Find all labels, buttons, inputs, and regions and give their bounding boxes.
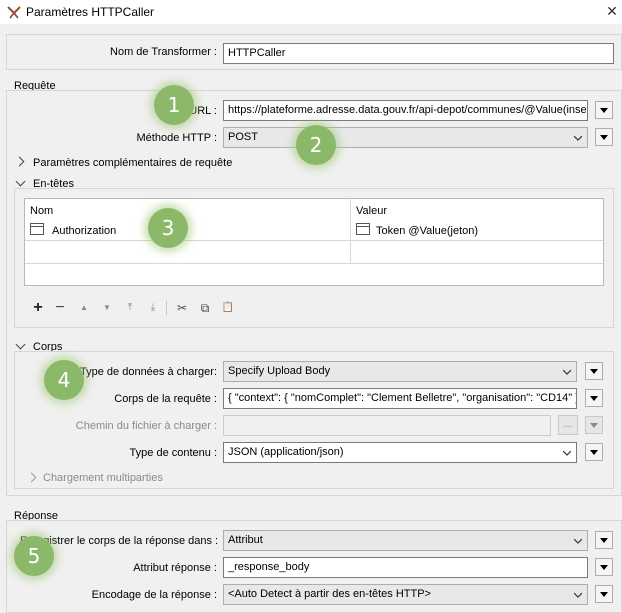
request-body-label: Corps de la requête : <box>114 393 217 405</box>
content-type-value: JSON (application/json) <box>228 446 344 458</box>
add-row-button[interactable]: + <box>30 300 46 316</box>
remove-row-button[interactable]: − <box>52 300 68 316</box>
copy-button[interactable]: ⧉ <box>197 300 213 316</box>
response-save-value: Attribut <box>228 534 263 546</box>
url-menu-button[interactable] <box>595 101 613 119</box>
upload-file-input[interactable] <box>223 415 551 436</box>
move-down-button[interactable]: ▼ <box>99 300 115 316</box>
chevron-down-icon <box>574 135 582 141</box>
content-type-label: Type de contenu : <box>129 447 217 459</box>
col-header-value: Valeur <box>356 205 387 217</box>
move-top-button[interactable]: ⤒ <box>122 300 138 316</box>
toolbar-separator <box>166 301 167 315</box>
upload-file-menu-button[interactable] <box>585 416 603 434</box>
header-name-cell[interactable]: Authorization <box>52 225 116 237</box>
response-encoding-select[interactable]: <Auto Detect à partir des en-têtes HTTP> <box>223 584 588 605</box>
upload-file-label: Chemin du fichier à charger : <box>75 420 217 432</box>
upload-type-menu-button[interactable] <box>585 362 603 380</box>
chevron-down-icon <box>574 538 582 544</box>
method-select[interactable]: POST <box>223 127 588 148</box>
content-type-select[interactable]: JSON (application/json) <box>223 442 577 463</box>
annotation-badge-3: 3 <box>148 208 188 248</box>
chevron-down-icon <box>563 450 571 456</box>
response-attribute-input[interactable]: _response_body <box>223 557 588 578</box>
move-up-button[interactable]: ▲ <box>76 300 92 316</box>
browse-button[interactable]: ... <box>558 415 578 435</box>
cut-button[interactable]: ✂ <box>174 300 190 316</box>
text-cell-icon <box>30 223 44 235</box>
content-type-menu-button[interactable] <box>585 443 603 461</box>
response-save-menu-button[interactable] <box>595 531 613 549</box>
transformer-name-input[interactable]: HTTPCaller <box>223 43 614 64</box>
move-bottom-button[interactable]: ⤓ <box>145 300 161 316</box>
chevron-down-icon <box>574 592 582 598</box>
request-body-menu-button[interactable] <box>585 389 603 407</box>
method-label: Méthode HTTP : <box>136 132 218 144</box>
extra-params-toggle[interactable]: Paramètres complémentaires de requête <box>33 157 232 169</box>
upload-type-select[interactable]: Specify Upload Body <box>223 361 577 382</box>
transformer-icon <box>7 6 21 19</box>
response-encoding-value: <Auto Detect à partir des en-têtes HTTP> <box>228 588 431 600</box>
window-title: Paramètres HTTPCaller <box>26 5 155 19</box>
chevron-down-icon <box>563 369 571 375</box>
response-encoding-label: Encodage de la réponse : <box>91 589 217 601</box>
text-cell-icon <box>356 223 370 235</box>
method-value: POST <box>228 131 258 143</box>
response-save-select[interactable]: Attribut <box>223 530 588 551</box>
response-encoding-menu-button[interactable] <box>595 585 613 603</box>
response-attribute-menu-button[interactable] <box>595 558 613 576</box>
column-divider <box>350 198 351 264</box>
annotation-badge-4: 4 <box>44 360 84 400</box>
annotation-badge-1: 1 <box>154 85 194 125</box>
upload-type-value: Specify Upload Body <box>228 365 331 377</box>
annotation-badge-5: 5 <box>14 536 54 576</box>
headers-table <box>24 198 604 286</box>
row-divider <box>25 263 603 264</box>
close-icon[interactable]: ✕ <box>604 2 620 20</box>
header-value-cell[interactable]: Token @Value(jeton) <box>376 225 478 237</box>
response-attribute-label: Attribut réponse : <box>133 562 217 574</box>
row-divider <box>25 240 603 241</box>
col-header-name: Nom <box>30 205 54 217</box>
paste-button[interactable]: 📋 <box>220 300 236 316</box>
annotation-badge-2: 2 <box>296 125 336 165</box>
transformer-name-label: Nom de Transformer : <box>110 46 217 58</box>
method-menu-button[interactable] <box>595 128 613 146</box>
request-body-input[interactable]: { "context": { "nomComplet": "Clement Be… <box>223 388 577 409</box>
multipart-toggle[interactable]: Chargement multiparties <box>43 472 163 484</box>
url-input[interactable]: https://plateforme.adresse.data.gouv.fr/… <box>223 100 588 121</box>
